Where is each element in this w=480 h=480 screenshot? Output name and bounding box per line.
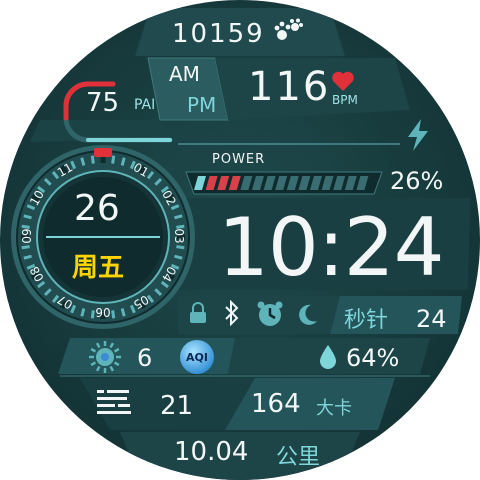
dial-tick bbox=[120, 157, 126, 166]
dial-tick bbox=[174, 214, 183, 220]
heart-rate-value: 116 bbox=[248, 64, 331, 110]
sun-ray bbox=[90, 361, 97, 367]
humidity-value: 64% bbox=[346, 344, 400, 372]
bluetooth-icon bbox=[225, 300, 239, 326]
floors-value: 21 bbox=[160, 391, 194, 421]
sun-ray bbox=[95, 365, 101, 372]
sun-ray bbox=[95, 342, 101, 349]
dial-tick bbox=[120, 308, 126, 317]
paw-icon bbox=[274, 18, 303, 40]
dial-number: 06 bbox=[95, 305, 111, 319]
dial-number: 03 bbox=[172, 228, 186, 244]
alarm-icon bbox=[257, 301, 283, 326]
pai-value: 75 bbox=[86, 88, 120, 118]
sun-ray bbox=[113, 361, 120, 367]
dial-tick bbox=[111, 310, 116, 319]
power-label: POWER bbox=[212, 152, 266, 167]
sun-ray bbox=[109, 365, 115, 372]
distance-value: 10.04 bbox=[174, 437, 249, 467]
dial-tick bbox=[111, 155, 116, 164]
steps-value: 10159 bbox=[172, 19, 265, 49]
calories-unit: 大卡 bbox=[316, 398, 352, 419]
watch-face: 10159 75 PAI AM PM 116 BPM POWER 26% 01 … bbox=[0, 0, 480, 480]
sun-ray bbox=[109, 342, 115, 349]
date-dial bbox=[11, 145, 195, 329]
calories-value: 164 bbox=[251, 389, 301, 419]
pai-label: PAI bbox=[134, 97, 156, 113]
dial-tick bbox=[80, 157, 86, 166]
seconds-label: 秒针 bbox=[344, 308, 389, 333]
date-day: 26 bbox=[74, 188, 120, 229]
dial-number: 09 bbox=[20, 228, 34, 244]
pm-label: PM bbox=[187, 93, 217, 117]
sun-ray bbox=[113, 347, 120, 353]
dial-tick bbox=[90, 155, 95, 164]
aqi-icon: AQI bbox=[180, 340, 214, 374]
temperature-value: 6 bbox=[137, 344, 153, 372]
distance-unit: 公里 bbox=[276, 445, 321, 470]
time-display: 10:24 bbox=[218, 201, 445, 294]
weekday: 周五 bbox=[72, 253, 125, 283]
lightning-icon bbox=[408, 119, 428, 151]
water-drop-icon bbox=[320, 345, 336, 369]
dial-tick bbox=[80, 308, 86, 317]
dial-tick bbox=[23, 214, 32, 220]
heart-icon bbox=[332, 71, 354, 91]
sun-icon bbox=[89, 341, 121, 373]
heart-rate-unit: BPM bbox=[332, 93, 358, 107]
dial-tick bbox=[174, 254, 183, 260]
aqi-label: AQI bbox=[186, 350, 208, 364]
power-percent: 26% bbox=[390, 167, 444, 195]
battery-bar bbox=[185, 171, 383, 195]
lock-icon bbox=[190, 302, 206, 323]
dial-tick bbox=[176, 245, 185, 250]
moon-icon bbox=[299, 304, 317, 325]
dial-tick bbox=[21, 245, 30, 250]
seconds-value: 24 bbox=[416, 305, 447, 333]
sun-ray bbox=[90, 347, 97, 353]
am-label: AM bbox=[169, 62, 200, 86]
floors-icon bbox=[97, 390, 131, 414]
dial-tick bbox=[23, 254, 32, 260]
